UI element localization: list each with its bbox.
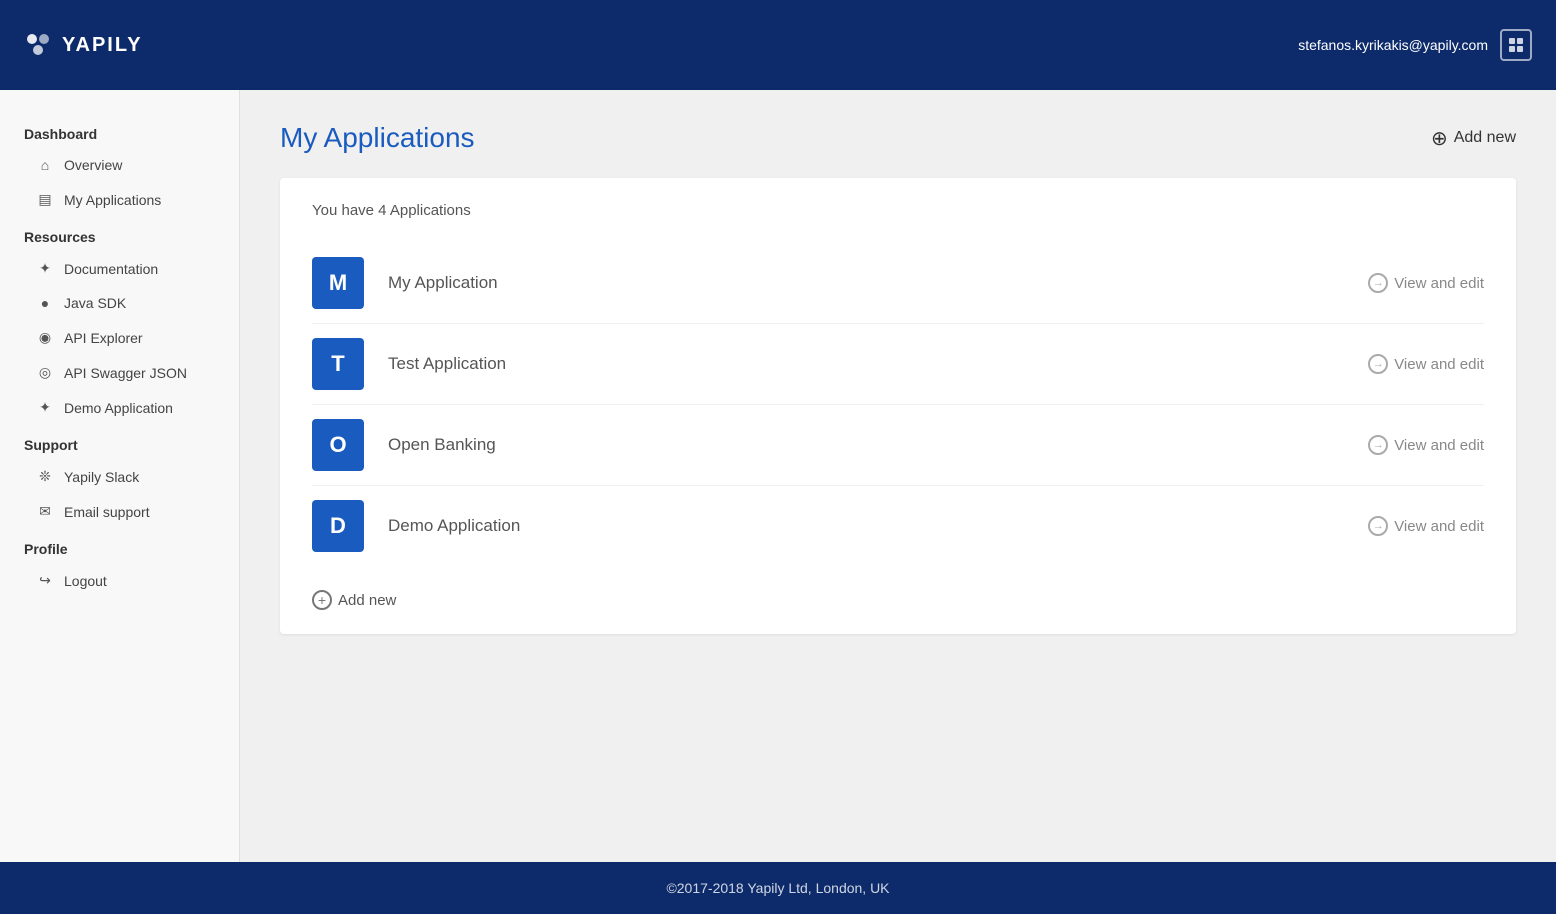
- sidebar-section-resources: Resources: [0, 217, 239, 251]
- api-explorer-icon: ◉: [36, 329, 54, 346]
- sidebar-item-yapily-slack[interactable]: ❊ Yapily Slack: [0, 459, 239, 494]
- footer-text: ©2017-2018 Yapily Ltd, London, UK: [666, 880, 889, 896]
- app-avatar-open-banking[interactable]: O: [312, 419, 364, 471]
- sidebar-item-overview[interactable]: ⌂ Overview: [0, 148, 239, 182]
- table-row: M My Application → View and edit: [312, 243, 1484, 324]
- sidebar-item-yapily-slack-label: Yapily Slack: [64, 469, 139, 485]
- table-row: T Test Application → View and edit: [312, 324, 1484, 405]
- table-row: D Demo Application → View and edit: [312, 486, 1484, 566]
- plus-circle-bottom-icon: +: [312, 590, 332, 610]
- yapily-logo-icon: [24, 31, 52, 59]
- sidebar-item-demo-application[interactable]: ✦ Demo Application: [0, 390, 239, 425]
- home-icon: ⌂: [36, 157, 54, 173]
- logo: YAPILY: [24, 31, 143, 59]
- applications-card: You have 4 Applications M My Application…: [280, 178, 1516, 634]
- add-new-top-button[interactable]: ⊕ Add new: [1431, 126, 1516, 151]
- sidebar-item-java-sdk-label: Java SDK: [64, 295, 126, 311]
- sidebar-section-support: Support: [0, 425, 239, 459]
- sidebar-item-documentation-label: Documentation: [64, 261, 158, 277]
- docs-icon: ✦: [36, 260, 54, 277]
- app-initial-open: O: [329, 432, 346, 458]
- app-name-test-application: Test Application: [388, 354, 1368, 374]
- sidebar-item-documentation[interactable]: ✦ Documentation: [0, 251, 239, 286]
- sidebar-section-dashboard: Dashboard: [0, 114, 239, 148]
- app-name-open-banking: Open Banking: [388, 435, 1368, 455]
- apps-count: You have 4 Applications: [312, 202, 1484, 219]
- sidebar-item-logout[interactable]: ↪ Logout: [0, 563, 239, 598]
- app-name-my-application: My Application: [388, 273, 1368, 293]
- app-avatar-demo-application[interactable]: D: [312, 500, 364, 552]
- view-edit-test-application[interactable]: → View and edit: [1368, 354, 1484, 374]
- app-avatar-my-application[interactable]: M: [312, 257, 364, 309]
- sidebar-item-java-sdk[interactable]: ● Java SDK: [0, 286, 239, 320]
- add-new-bottom-label: Add new: [338, 592, 396, 609]
- user-avatar-icon[interactable]: [1500, 29, 1532, 61]
- sidebar-item-logout-label: Logout: [64, 573, 107, 589]
- header: YAPILY stefanos.kyrikakis@yapily.com: [0, 0, 1556, 90]
- sidebar-item-my-applications-label: My Applications: [64, 192, 161, 208]
- header-user-info: stefanos.kyrikakis@yapily.com: [1298, 29, 1532, 61]
- app-initial-test: T: [331, 351, 344, 377]
- arrow-circle-icon: →: [1368, 273, 1388, 293]
- app-avatar-test-application[interactable]: T: [312, 338, 364, 390]
- content-header: My Applications ⊕ Add new: [280, 122, 1516, 154]
- sidebar-item-api-explorer-label: API Explorer: [64, 330, 143, 346]
- plus-circle-top-icon: ⊕: [1431, 126, 1448, 151]
- sidebar: Dashboard ⌂ Overview ▤ My Applications R…: [0, 90, 240, 862]
- logo-text: YAPILY: [62, 34, 143, 57]
- demo-icon: ✦: [36, 399, 54, 416]
- sidebar-section-profile: Profile: [0, 529, 239, 563]
- view-edit-demo-application[interactable]: → View and edit: [1368, 516, 1484, 536]
- sidebar-item-my-applications[interactable]: ▤ My Applications: [0, 182, 239, 217]
- sidebar-item-api-swagger[interactable]: ◎ API Swagger JSON: [0, 355, 239, 390]
- footer: ©2017-2018 Yapily Ltd, London, UK: [0, 862, 1556, 914]
- sidebar-item-demo-application-label: Demo Application: [64, 400, 173, 416]
- main-layout: Dashboard ⌂ Overview ▤ My Applications R…: [0, 90, 1556, 862]
- arrow-circle-icon: →: [1368, 516, 1388, 536]
- add-new-bottom-button[interactable]: + Add new: [312, 590, 1484, 610]
- view-edit-my-application[interactable]: → View and edit: [1368, 273, 1484, 293]
- app-name-demo-application: Demo Application: [388, 516, 1368, 536]
- github-icon: ●: [36, 295, 54, 311]
- email-icon: ✉: [36, 503, 54, 520]
- view-edit-label-4: View and edit: [1394, 518, 1484, 535]
- sidebar-item-email-support[interactable]: ✉ Email support: [0, 494, 239, 529]
- sidebar-item-api-explorer[interactable]: ◉ API Explorer: [0, 320, 239, 355]
- app-initial-my: M: [329, 270, 347, 296]
- app-list: M My Application → View and edit T Test …: [312, 243, 1484, 566]
- arrow-circle-icon: →: [1368, 435, 1388, 455]
- view-edit-label-2: View and edit: [1394, 356, 1484, 373]
- swagger-icon: ◎: [36, 364, 54, 381]
- user-email: stefanos.kyrikakis@yapily.com: [1298, 37, 1488, 53]
- apps-icon: ▤: [36, 191, 54, 208]
- slack-icon: ❊: [36, 468, 54, 485]
- page-title: My Applications: [280, 122, 475, 154]
- sidebar-item-overview-label: Overview: [64, 157, 122, 173]
- view-edit-label-3: View and edit: [1394, 437, 1484, 454]
- view-edit-label-1: View and edit: [1394, 275, 1484, 292]
- app-initial-demo: D: [330, 513, 346, 539]
- arrow-circle-icon: →: [1368, 354, 1388, 374]
- table-row: O Open Banking → View and edit: [312, 405, 1484, 486]
- logout-icon: ↪: [36, 572, 54, 589]
- sidebar-item-email-support-label: Email support: [64, 504, 150, 520]
- main-content: My Applications ⊕ Add new You have 4 App…: [240, 90, 1556, 862]
- sidebar-item-api-swagger-label: API Swagger JSON: [64, 365, 187, 381]
- view-edit-open-banking[interactable]: → View and edit: [1368, 435, 1484, 455]
- add-new-top-label: Add new: [1454, 129, 1516, 147]
